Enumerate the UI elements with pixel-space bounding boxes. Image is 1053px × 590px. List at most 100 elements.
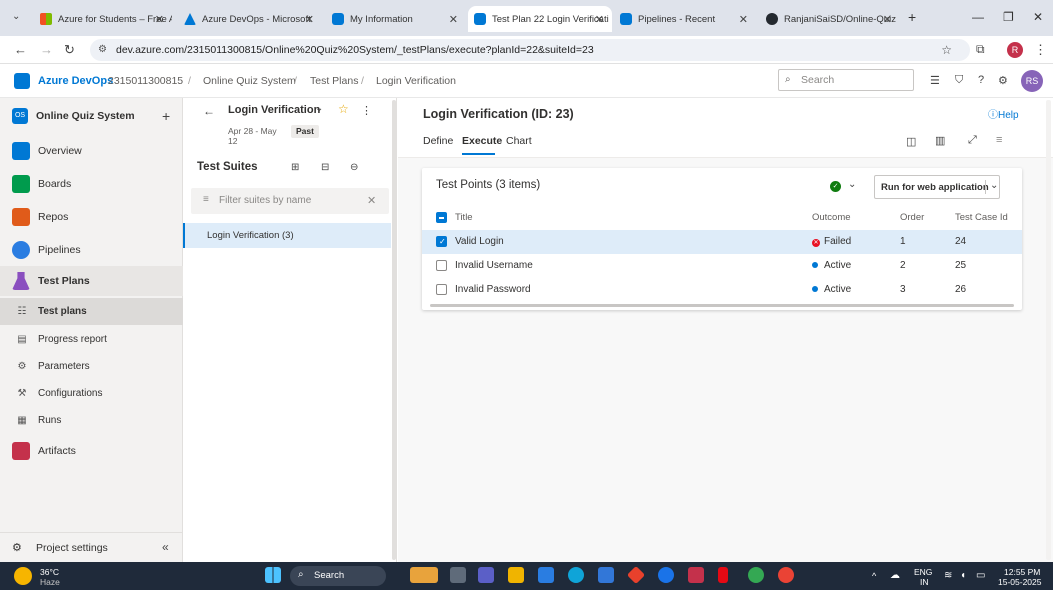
column-options-icon[interactable]: ▥: [935, 134, 945, 147]
azure-devops-logo-icon[interactable]: [14, 73, 30, 89]
horizontal-scrollbar[interactable]: [430, 304, 1014, 307]
restore-icon[interactable]: ❐: [1003, 10, 1014, 24]
sidebar-item-artifacts[interactable]: Artifacts: [0, 436, 183, 466]
close-icon[interactable]: ✕: [305, 13, 314, 26]
col-test-case-id[interactable]: Test Case Id: [955, 212, 1008, 223]
browser-tab-4-active[interactable]: Test Plan 22 Login Verificati ✕: [468, 6, 612, 32]
row-checkbox[interactable]: [436, 284, 447, 295]
tab-list-chevron-icon[interactable]: ⌄: [12, 11, 20, 22]
sidebar-item-repos[interactable]: Repos: [0, 202, 183, 232]
forward-arrow-icon[interactable]: →: [40, 42, 53, 57]
close-icon[interactable]: ✕: [739, 13, 748, 26]
user-avatar[interactable]: RS: [1021, 70, 1043, 92]
table-row[interactable]: Invalid Username Active 2 25: [422, 254, 1022, 278]
browser-tab-3[interactable]: My Information ✕: [326, 6, 466, 32]
more-options-icon[interactable]: ⋮: [361, 104, 372, 117]
close-icon[interactable]: ✕: [155, 13, 164, 26]
edge-browser-icon[interactable]: [568, 567, 584, 583]
tray-app-icon[interactable]: ☁: [890, 570, 900, 581]
subnav-test-plans[interactable]: ☷ Test plans: [0, 298, 183, 325]
chevron-down-icon[interactable]: ⌄: [985, 180, 998, 194]
site-settings-icon[interactable]: ⚙: [98, 39, 107, 61]
fullscreen-icon[interactable]: ⤢: [968, 134, 977, 147]
browser-menu-icon[interactable]: ⋮: [1034, 42, 1047, 58]
app-diamond-icon[interactable]: [626, 565, 646, 585]
reload-icon[interactable]: ↻: [64, 42, 75, 58]
help-link[interactable]: ⓘHelp: [988, 106, 1019, 121]
widgets-icon[interactable]: [410, 567, 438, 583]
clear-filter-icon[interactable]: ✕: [367, 194, 376, 207]
battery-icon[interactable]: ▭: [976, 570, 985, 581]
collapse-sidebar-icon[interactable]: «: [162, 540, 169, 554]
extensions-icon[interactable]: ⧉: [976, 42, 985, 57]
breadcrumb-project[interactable]: Online Quiz System: [203, 75, 296, 87]
chevron-down-icon[interactable]: ⌄: [315, 103, 323, 114]
clock-time[interactable]: 12:55 PM: [1004, 567, 1040, 577]
subnav-parameters[interactable]: ⚙ Parameters: [0, 353, 183, 380]
select-all-checkbox[interactable]: [436, 212, 447, 223]
app-icon[interactable]: [688, 567, 704, 583]
chrome-profile-icon[interactable]: [748, 567, 764, 583]
plan-name[interactable]: Login Verification: [228, 104, 320, 116]
brand-name[interactable]: Azure DevOps: [38, 75, 113, 87]
user-settings-icon[interactable]: ⚙: [998, 74, 1008, 87]
store-icon[interactable]: [598, 567, 614, 583]
show-hidden-icons-icon[interactable]: ^: [872, 571, 876, 581]
wifi-icon[interactable]: ≋: [944, 570, 952, 581]
windows-start-icon[interactable]: [265, 567, 281, 583]
close-icon[interactable]: ✕: [883, 13, 892, 26]
sidebar-item-overview[interactable]: Overview: [0, 136, 183, 166]
new-tab-plus-icon[interactable]: +: [908, 9, 916, 25]
app-icon[interactable]: [538, 567, 554, 583]
filter-suites-input[interactable]: ≡ Filter suites by name ✕: [191, 188, 389, 214]
vertical-scrollbar[interactable]: [1046, 100, 1051, 560]
browser-tab-6[interactable]: RanjaniSaiSD/Online-Quiz ✕: [760, 6, 900, 32]
browser-tab-5[interactable]: Pipelines - Recent ✕: [614, 6, 756, 32]
task-view-icon[interactable]: [450, 567, 466, 583]
bookmark-star-icon[interactable]: ☆: [941, 39, 952, 61]
col-outcome[interactable]: Outcome: [812, 212, 851, 223]
subnav-configurations[interactable]: ⚒ Configurations: [0, 380, 183, 407]
list-settings-icon[interactable]: ☰: [930, 74, 940, 87]
col-order[interactable]: Order: [900, 212, 924, 223]
filter-icon[interactable]: ≡: [996, 134, 1002, 146]
details-pane-icon[interactable]: ◫: [906, 135, 916, 148]
close-icon[interactable]: ✕: [595, 13, 604, 26]
subnav-runs[interactable]: ▦ Runs: [0, 407, 183, 434]
tab-define[interactable]: Define: [423, 135, 453, 147]
sidebar-item-test-plans[interactable]: Test Plans: [0, 266, 183, 296]
favorite-star-icon[interactable]: ☆: [338, 102, 349, 116]
run-for-web-application-button[interactable]: Run for web application ⌄: [874, 175, 1000, 199]
taskbar-search[interactable]: ⌕ Search: [290, 566, 386, 586]
col-title[interactable]: Title: [455, 212, 473, 223]
breadcrumb-test-plans[interactable]: Test Plans: [310, 75, 358, 87]
row-checkbox[interactable]: [436, 260, 447, 271]
browser-tab-1[interactable]: Azure for Students – Free A ✕: [34, 6, 172, 32]
chrome-icon[interactable]: [658, 567, 674, 583]
netflix-icon[interactable]: [718, 567, 728, 583]
tab-execute[interactable]: Execute: [462, 135, 502, 147]
add-plus-icon[interactable]: +: [162, 108, 170, 124]
sidebar-item-pipelines[interactable]: Pipelines: [0, 235, 183, 265]
language-indicator[interactable]: ENG: [914, 567, 932, 577]
browser-tab-2[interactable]: Azure DevOps - Microsoft ✕: [178, 6, 322, 32]
weather-sun-icon[interactable]: [14, 567, 32, 585]
url-input[interactable]: ⚙ dev.azure.com/2315011300815/Online%20Q…: [90, 39, 970, 61]
window-close-icon[interactable]: ✕: [1033, 10, 1043, 24]
org-name[interactable]: 2315011300815: [108, 75, 183, 87]
table-row[interactable]: Invalid Password Active 3 26: [422, 278, 1022, 302]
browser-profile-avatar[interactable]: R: [1007, 42, 1023, 58]
back-arrow-icon[interactable]: ←: [14, 42, 27, 57]
collapse-all-icon[interactable]: ⊖: [350, 162, 358, 173]
pane-splitter[interactable]: [392, 100, 396, 560]
file-explorer-icon[interactable]: [508, 567, 524, 583]
sidebar-item-boards[interactable]: Boards: [0, 169, 183, 199]
subnav-progress-report[interactable]: ▤ Progress report: [0, 326, 183, 353]
back-arrow-icon[interactable]: ←: [203, 104, 215, 118]
tab-chart[interactable]: Chart: [506, 135, 532, 147]
volume-icon[interactable]: ◖: [960, 570, 966, 581]
minimize-icon[interactable]: —: [972, 10, 984, 24]
help-circle-icon[interactable]: ?: [978, 74, 984, 86]
expand-all-icon[interactable]: ⊟: [321, 162, 329, 173]
project-header[interactable]: OS Online Quiz System +: [0, 100, 183, 132]
